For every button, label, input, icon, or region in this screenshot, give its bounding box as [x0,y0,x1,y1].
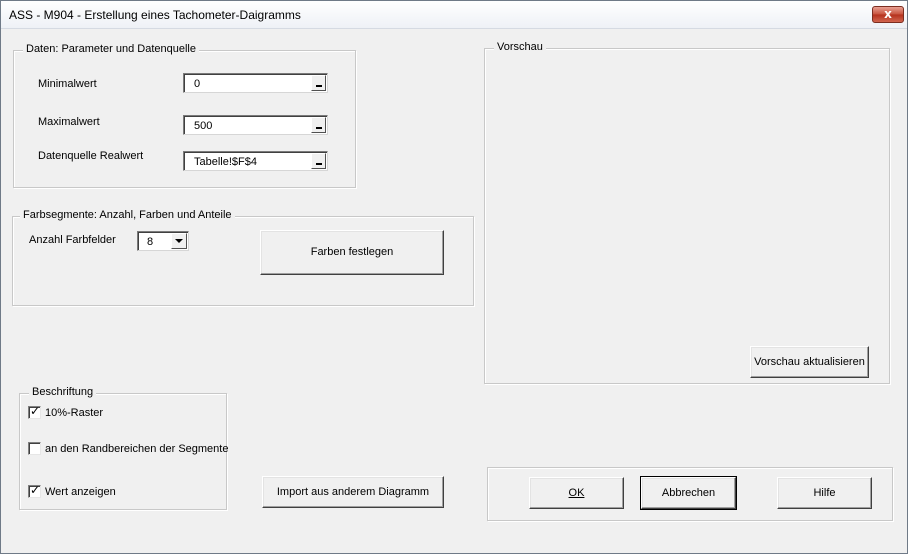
randbereiche-checkbox[interactable] [28,442,41,455]
wert-anzeigen-label[interactable]: Wert anzeigen [45,486,116,498]
cancel-button[interactable]: Abbrechen [640,476,737,510]
beschriftung-group-legend: Beschriftung [29,386,97,398]
farben-festlegen-button[interactable]: Farben festlegen [260,230,444,275]
raster-label[interactable]: 10%-Raster [45,407,103,419]
maximalwert-field[interactable]: 500 [183,115,328,135]
import-label: Import aus anderem Diagramm [276,486,430,498]
ok-label: OK [568,487,585,499]
import-button[interactable]: Import aus anderem Diagramm [262,476,444,508]
minimalwert-range-button[interactable] [311,75,326,91]
window-title: ASS - M904 - Erstellung eines Tachometer… [9,8,301,22]
datenquelle-value: Tabelle!$F$4 [194,156,257,168]
close-button[interactable]: x [872,6,904,23]
farben-festlegen-label: Farben festlegen [310,246,394,258]
anzahl-farbfelder-label: Anzahl Farbfelder [29,234,116,246]
chevron-down-icon[interactable] [171,233,187,249]
maximalwert-value: 500 [194,120,213,132]
help-button[interactable]: Hilfe [777,477,872,509]
vorschau-group: Vorschau [484,41,890,384]
anzahl-farbfelder-value: 8 [147,236,154,248]
randbereiche-label[interactable]: an den Randbereichen der Segmente [45,443,228,455]
raster-checkbox[interactable]: ✓ [28,404,41,419]
title-bar[interactable]: ASS - M904 - Erstellung eines Tachometer… [1,1,907,29]
wert-anzeigen-checkbox[interactable]: ✓ [28,483,41,498]
daten-group-legend: Daten: Parameter und Datenquelle [23,43,199,55]
datenquelle-field[interactable]: Tabelle!$F$4 [183,151,328,171]
close-icon: x [884,7,892,21]
ok-button[interactable]: OK [529,477,624,509]
minimalwert-label: Minimalwert [38,78,97,90]
maximalwert-range-button[interactable] [311,117,326,133]
anzahl-farbfelder-select[interactable]: 8 [137,231,189,251]
vorschau-aktualisieren-label: Vorschau aktualisieren [754,356,865,368]
maximalwert-label: Maximalwert [38,116,100,128]
minimalwert-field[interactable]: 0 [183,73,328,93]
datenquelle-range-button[interactable] [311,153,326,169]
minimalwert-value: 0 [194,78,201,90]
datenquelle-label: Datenquelle Realwert [38,150,144,162]
dialog-window: ASS - M904 - Erstellung eines Tachometer… [0,0,908,554]
help-label: Hilfe [813,487,836,499]
check-icon: ✓ [30,404,41,418]
vorschau-group-legend: Vorschau [494,41,546,53]
farbsegmente-group-legend: Farbsegmente: Anzahl, Farben und Anteile [20,209,235,221]
vorschau-aktualisieren-button[interactable]: Vorschau aktualisieren [750,346,869,378]
check-icon: ✓ [30,483,41,497]
cancel-label: Abbrechen [661,487,716,499]
